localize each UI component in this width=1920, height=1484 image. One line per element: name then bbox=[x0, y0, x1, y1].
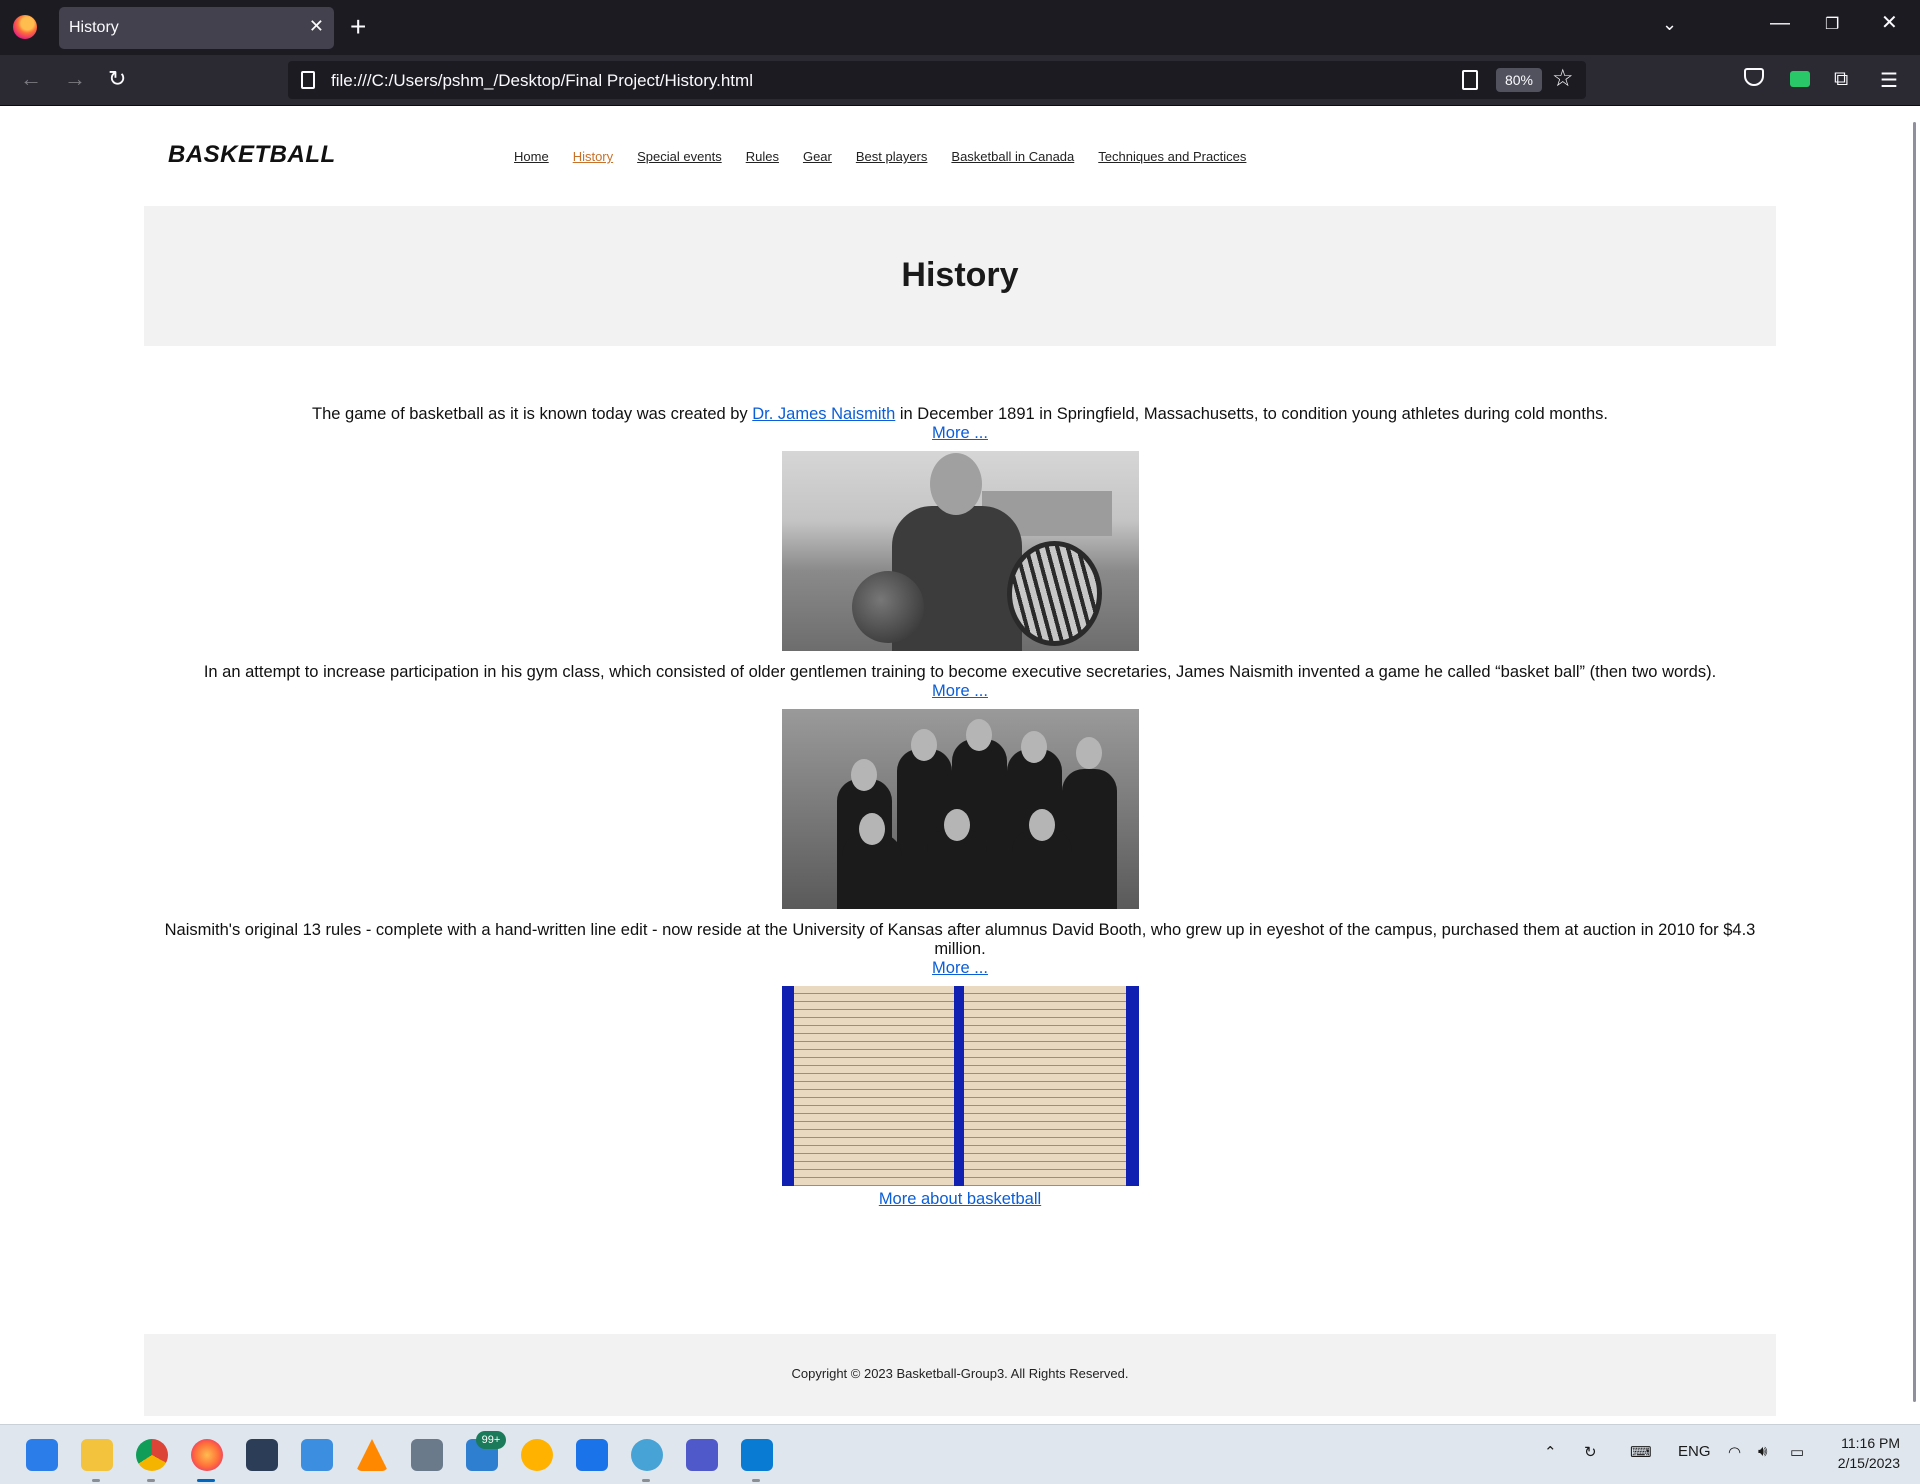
start-icon[interactable] bbox=[26, 1439, 58, 1471]
window-close-icon[interactable]: ✕ bbox=[1881, 10, 1898, 35]
file-explorer-icon[interactable] bbox=[81, 1439, 113, 1471]
clock-date[interactable]: 2/15/2023 bbox=[1826, 1455, 1900, 1471]
sync-icon[interactable]: ↻ bbox=[1584, 1443, 1597, 1461]
paragraph-text: in December 1891 in Springfield, Massach… bbox=[895, 405, 1608, 423]
hamburger-menu-icon[interactable]: ☰ bbox=[1880, 68, 1898, 93]
nav-link-gear[interactable]: Gear bbox=[803, 149, 832, 164]
language-indicator[interactable]: ENG bbox=[1678, 1443, 1711, 1460]
browser-tab-bar: History ✕ + ⌄ — ❐ ✕ bbox=[0, 0, 1920, 55]
paragraph-original-rules: Naismith's original 13 rules - complete … bbox=[164, 921, 1756, 958]
paragraph-gym-class: In an attempt to increase participation … bbox=[203, 663, 1717, 681]
site-logo[interactable]: BASKETBALL bbox=[168, 141, 336, 169]
nav-link-best-players[interactable]: Best players bbox=[856, 149, 928, 164]
more-about-row: More about basketball bbox=[144, 1190, 1776, 1209]
restore-icon[interactable]: ❐ bbox=[1825, 14, 1839, 34]
tab-history[interactable]: History ✕ bbox=[59, 7, 334, 49]
wallet-icon[interactable] bbox=[1790, 71, 1810, 87]
more-about-basketball-link[interactable]: More about basketball bbox=[879, 1190, 1041, 1208]
nav-link-special-events[interactable]: Special events bbox=[637, 149, 722, 164]
page-title: History bbox=[901, 256, 1019, 294]
volume-icon[interactable]: 🔊︎ bbox=[1758, 1443, 1767, 1460]
pocket-icon[interactable] bbox=[1744, 68, 1764, 86]
chevron-up-icon[interactable]: ⌃ bbox=[1544, 1443, 1557, 1461]
remote-desktop-icon[interactable] bbox=[246, 1439, 278, 1471]
more-link[interactable]: More ... bbox=[932, 424, 988, 442]
url-text[interactable]: file:///C:/Users/pshm_/Desktop/Final Pro… bbox=[331, 71, 753, 91]
paint-icon[interactable] bbox=[631, 1439, 663, 1471]
first-team-photo-image bbox=[781, 709, 1139, 909]
clock-time[interactable]: 11:16 PM bbox=[1840, 1435, 1900, 1451]
nav-link-history[interactable]: History bbox=[573, 149, 613, 164]
bookmark-star-icon[interactable]: ☆ bbox=[1552, 64, 1574, 93]
calculator-icon[interactable] bbox=[411, 1439, 443, 1471]
main-content: The game of basketball as it is known to… bbox=[144, 405, 1776, 1209]
wifi-icon[interactable]: ◠ bbox=[1728, 1443, 1741, 1461]
firefox-logo-icon[interactable] bbox=[13, 15, 37, 39]
nav-link-basketball-in-canada[interactable]: Basketball in Canada bbox=[951, 149, 1074, 164]
more-link-row: More ... bbox=[144, 424, 1776, 443]
vscode-icon[interactable] bbox=[741, 1439, 773, 1471]
close-tab-icon[interactable]: ✕ bbox=[309, 16, 324, 37]
site-nav: Home History Special events Rules Gear B… bbox=[514, 149, 1246, 164]
naismith-link[interactable]: Dr. James Naismith bbox=[752, 405, 895, 423]
hero-banner: History bbox=[144, 206, 1776, 346]
battery-icon[interactable]: ▭ bbox=[1790, 1443, 1804, 1461]
copyright-text: Copyright © 2023 Basketball-Group3. All … bbox=[791, 1366, 1129, 1381]
browser-toolbar: ← → ↻ file:///C:/Users/pshm_/Desktop/Fin… bbox=[0, 55, 1920, 106]
paragraph-naismith-intro: The game of basketball as it is known to… bbox=[144, 405, 1776, 424]
keyboard-icon[interactable]: ⌨ bbox=[1630, 1443, 1652, 1461]
chrome-icon[interactable] bbox=[136, 1439, 168, 1471]
nav-link-home[interactable]: Home bbox=[514, 149, 549, 164]
more-link-row: More ... bbox=[144, 959, 1776, 978]
nav-link-techniques-and-practices[interactable]: Techniques and Practices bbox=[1098, 149, 1246, 164]
vlc-icon[interactable] bbox=[356, 1439, 388, 1471]
forward-arrow-icon[interactable]: → bbox=[64, 66, 86, 92]
url-bar[interactable]: file:///C:/Users/pshm_/Desktop/Final Pro… bbox=[288, 61, 1586, 99]
naismith-portrait-image bbox=[781, 451, 1139, 651]
more-link[interactable]: More ... bbox=[932, 682, 988, 700]
power-automate-icon[interactable] bbox=[301, 1439, 333, 1471]
reload-icon[interactable]: ↻ bbox=[108, 66, 126, 92]
chevron-down-icon[interactable]: ⌄ bbox=[1662, 14, 1677, 35]
mail-badge: 99+ bbox=[476, 1431, 506, 1449]
teams-icon[interactable] bbox=[686, 1439, 718, 1471]
calendar-icon[interactable] bbox=[576, 1439, 608, 1471]
reader-view-icon[interactable] bbox=[1462, 70, 1478, 90]
back-arrow-icon[interactable]: ← bbox=[20, 66, 42, 92]
tab-title: History bbox=[69, 19, 119, 36]
more-link[interactable]: More ... bbox=[932, 959, 988, 977]
zoom-level-badge[interactable]: 80% bbox=[1496, 68, 1542, 92]
page-info-icon[interactable] bbox=[301, 71, 315, 89]
paragraph-text: The game of basketball as it is known to… bbox=[312, 405, 753, 423]
firefox-icon[interactable] bbox=[191, 1439, 223, 1471]
scroll-thumb[interactable] bbox=[1913, 122, 1916, 1402]
more-link-row: More ... bbox=[144, 682, 1776, 701]
weather-icon[interactable] bbox=[521, 1439, 553, 1471]
new-tab-button[interactable]: + bbox=[350, 10, 366, 44]
original-rules-document-image bbox=[781, 986, 1139, 1186]
page-viewport: BASKETBALL Home History Special events R… bbox=[0, 107, 1920, 1422]
windows-taskbar: 99+ ⌃ ↻ ⌨ ENG ◠ 🔊︎ ▭ 11:16 PM 2/15/2023 bbox=[0, 1424, 1920, 1484]
page-scrollbar[interactable] bbox=[1904, 107, 1920, 1422]
extensions-icon[interactable]: ⧉ bbox=[1834, 68, 1848, 91]
site-footer: Copyright © 2023 Basketball-Group3. All … bbox=[144, 1334, 1776, 1416]
nav-link-rules[interactable]: Rules bbox=[746, 149, 779, 164]
minimize-icon[interactable]: — bbox=[1770, 12, 1790, 35]
